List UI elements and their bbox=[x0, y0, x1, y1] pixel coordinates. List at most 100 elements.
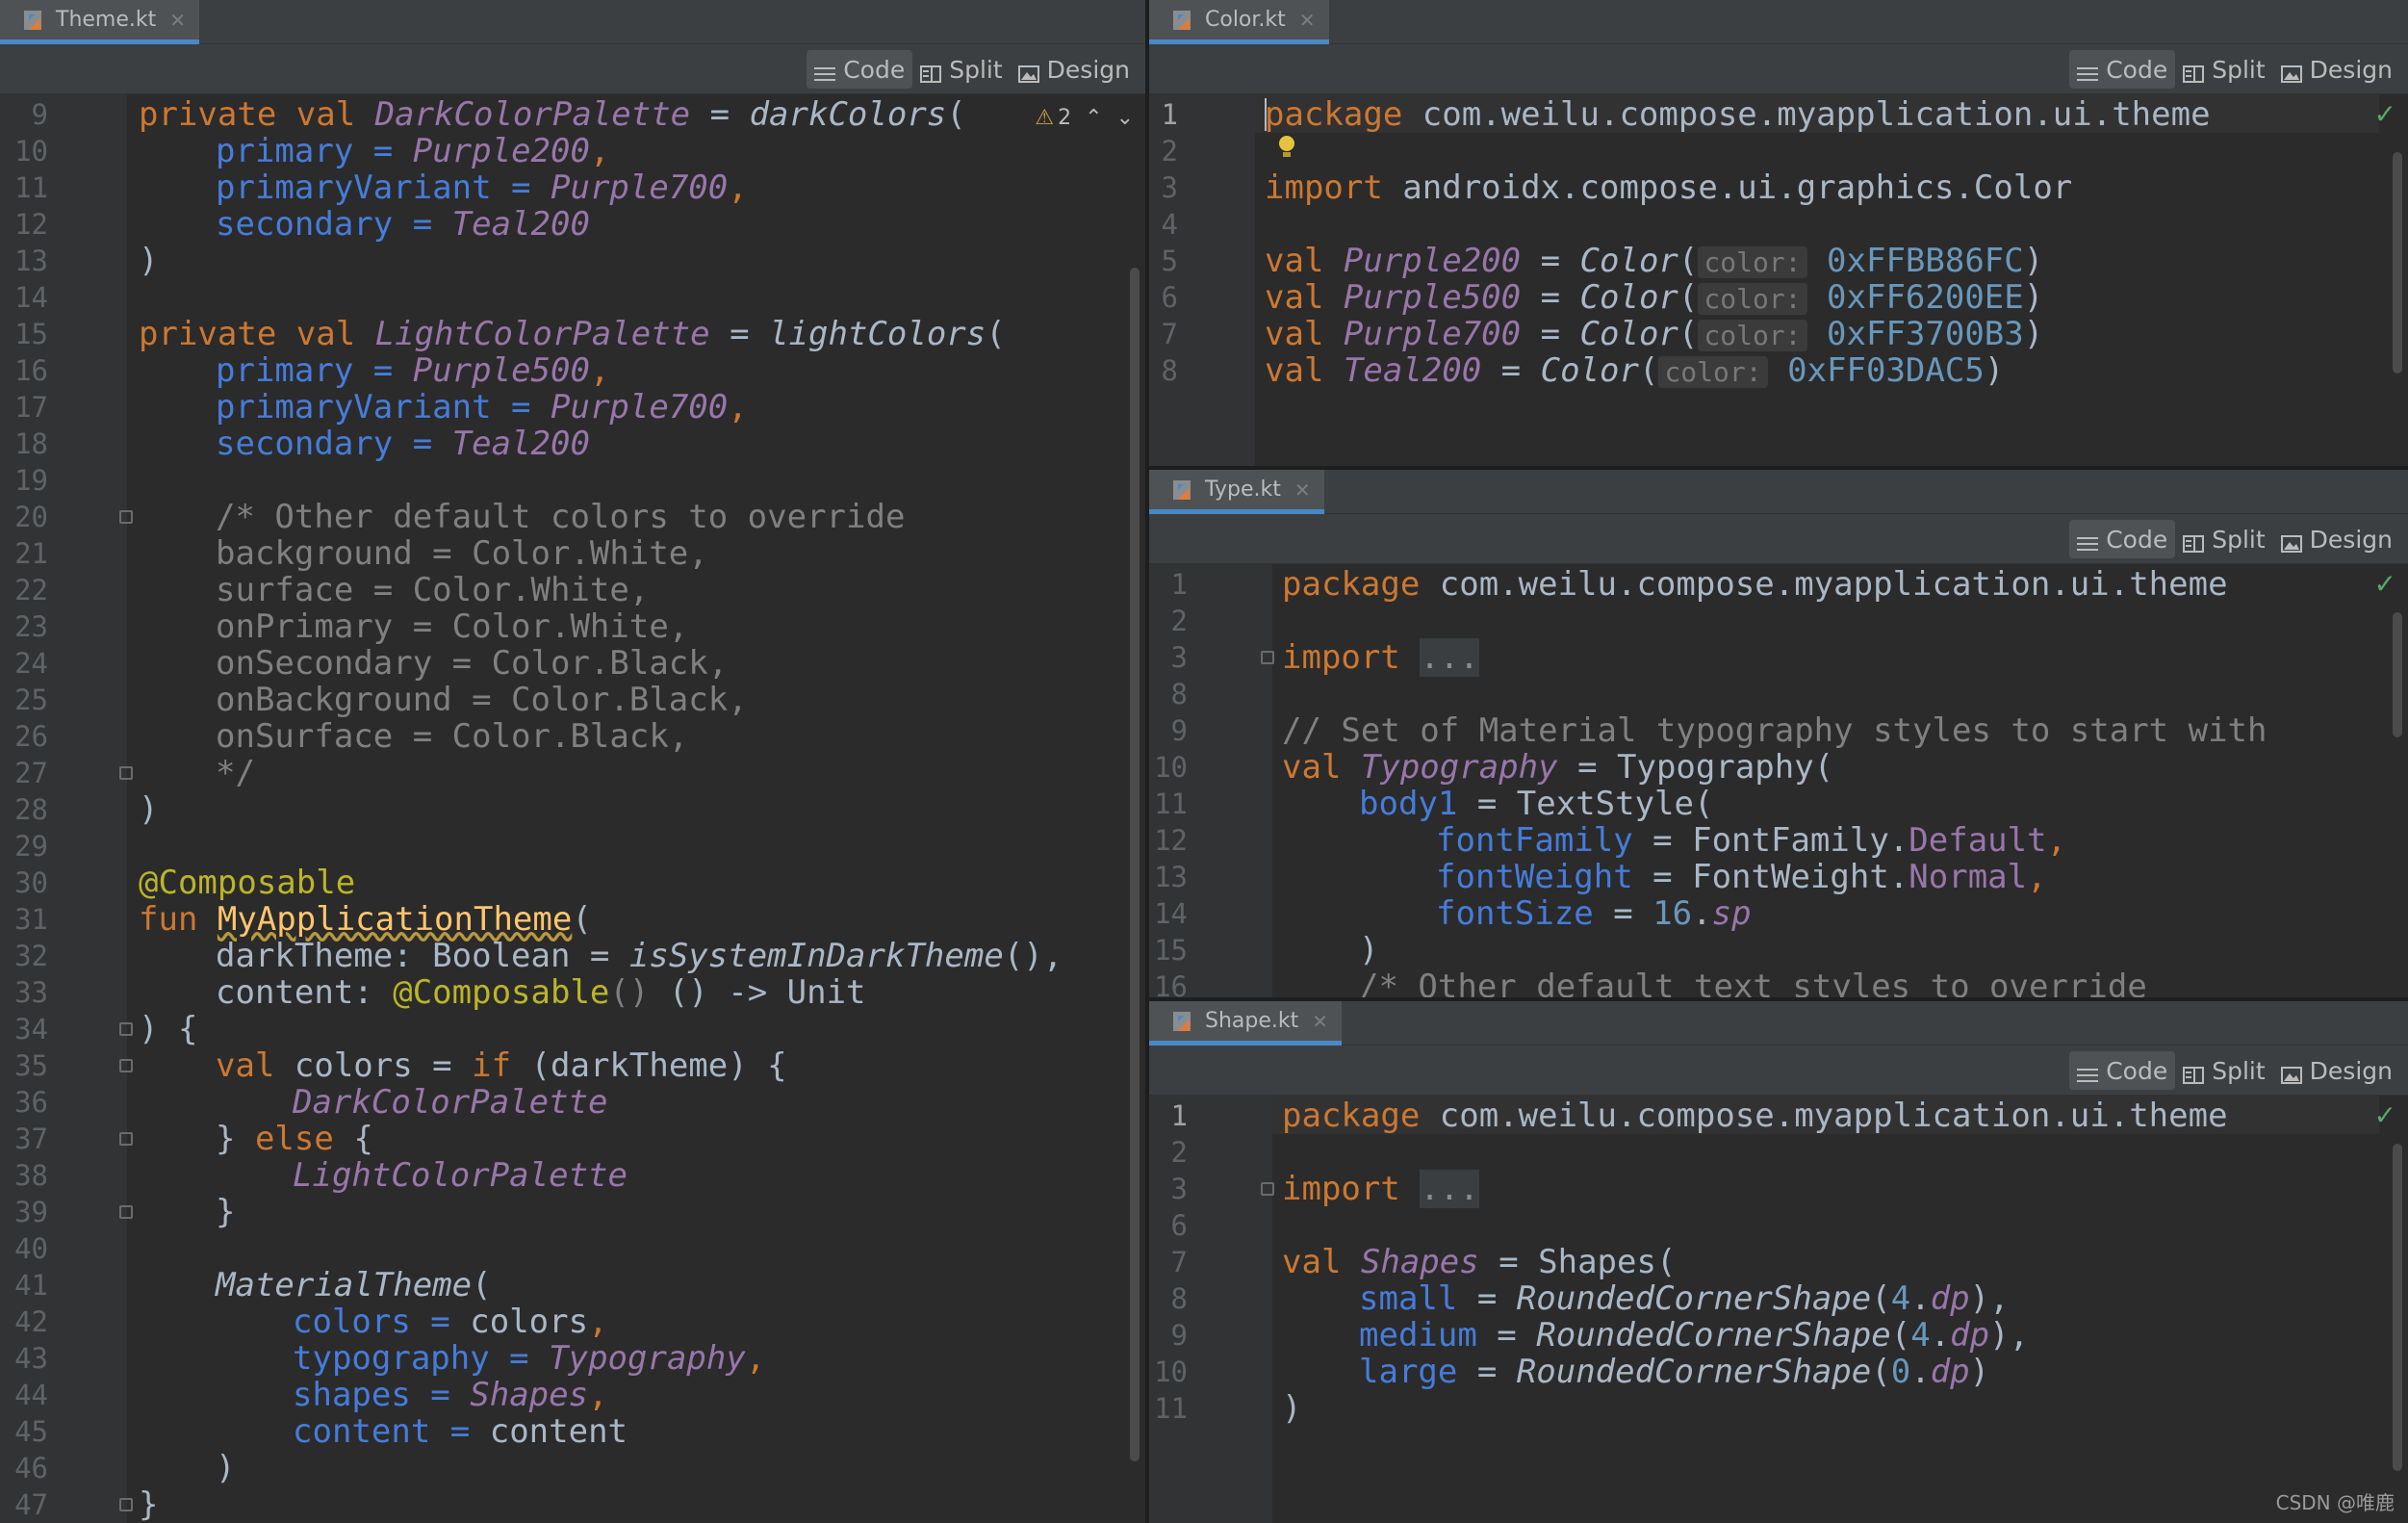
code-line: colors = colors, bbox=[293, 1304, 608, 1340]
collapsed-imports[interactable]: ... bbox=[1420, 1170, 1479, 1208]
token: 0xFF3700B3 bbox=[1827, 315, 2024, 353]
fold-icon[interactable] bbox=[1261, 651, 1274, 664]
vertical-scrollbar[interactable] bbox=[2393, 612, 2402, 737]
collapsed-imports[interactable]: ... bbox=[1420, 638, 1479, 677]
inspection-widget[interactable]: ⚠ 2 ⌃ ⌄ bbox=[1035, 106, 1134, 130]
code-editor[interactable]: 1 2 3 6 7 8 9 10 11 ✓ package com.weilu.… bbox=[1149, 1096, 2408, 1523]
design-mode-button[interactable]: Design bbox=[2273, 50, 2400, 89]
code-line: private val LightColorPalette = lightCol… bbox=[139, 316, 1006, 352]
token: fontFamily bbox=[1436, 821, 1633, 860]
token: Teal200 bbox=[451, 205, 590, 244]
token: primaryVariant bbox=[216, 388, 492, 426]
fold-icon[interactable] bbox=[1261, 1182, 1274, 1196]
chevron-down-icon[interactable]: ⌄ bbox=[1116, 106, 1134, 130]
chevron-up-icon[interactable]: ⌃ bbox=[1085, 106, 1102, 130]
code-line: val Purple500 = Color(color: 0xFF6200EE) bbox=[1265, 279, 2043, 318]
code-line: package com.weilu.compose.myapplication.… bbox=[1265, 96, 2211, 133]
code-line: secondary = Teal200 bbox=[216, 206, 590, 243]
fold-icon[interactable] bbox=[119, 1132, 133, 1146]
code-line: onSecondary = Color.Black, bbox=[216, 645, 728, 682]
token: /* Other default colors to override bbox=[216, 498, 906, 536]
code-editor[interactable]: 9 10 11 12 13 14 15 16 17 18 19 20 21 22… bbox=[0, 94, 1145, 1523]
line-number: 22 bbox=[14, 574, 48, 607]
code-mode-button[interactable]: Code bbox=[807, 50, 913, 89]
code-editor[interactable]: 1 2 3 4 5 6 7 8 ✓ package com.weilu.comp… bbox=[1149, 94, 2408, 466]
token: = Typography( bbox=[1557, 748, 1834, 787]
token: = bbox=[393, 425, 452, 463]
close-icon[interactable]: ✕ bbox=[1299, 9, 1316, 32]
token: Purple500 bbox=[1343, 278, 1522, 317]
design-mode-label: Design bbox=[2309, 55, 2393, 84]
code-line: val Shapes = Shapes( bbox=[1282, 1244, 1676, 1280]
token: , bbox=[2046, 821, 2067, 860]
code-mode-button[interactable]: Code bbox=[2069, 1051, 2176, 1090]
line-number: 8 bbox=[1170, 1282, 1188, 1315]
fold-icon[interactable] bbox=[119, 766, 133, 780]
fold-icon[interactable] bbox=[119, 1498, 133, 1511]
line-number: 3 bbox=[1170, 641, 1188, 674]
token: val bbox=[1265, 351, 1344, 390]
line-number: 28 bbox=[14, 793, 48, 826]
code-mode-button[interactable]: Code bbox=[2069, 520, 2176, 558]
tab-type-kt[interactable]: Type.kt ✕ bbox=[1149, 470, 1324, 514]
code-editor[interactable]: 1 2 3 8 9 10 11 12 13 14 15 16 ✓ package… bbox=[1149, 564, 2408, 997]
line-number: 6 bbox=[1161, 281, 1178, 314]
code-line: medium = RoundedCornerShape(4.dp), bbox=[1359, 1317, 2029, 1354]
token: package bbox=[1282, 1097, 1421, 1135]
token: typography bbox=[293, 1339, 490, 1378]
design-mode-button[interactable]: Design bbox=[1011, 50, 1138, 89]
vertical-scrollbar[interactable] bbox=[2393, 1144, 2402, 1471]
line-number: 44 bbox=[14, 1379, 48, 1411]
code-line: ) bbox=[139, 791, 158, 828]
code-line: val colors = if (darkTheme) { bbox=[216, 1047, 787, 1084]
editor-pane-type: Type.kt ✕ Code Split Design 1 2 3 8 9 10 bbox=[1149, 470, 2408, 997]
design-mode-button[interactable]: Design bbox=[2273, 520, 2400, 558]
tab-color-kt[interactable]: Color.kt ✕ bbox=[1149, 0, 1329, 44]
line-number: 16 bbox=[14, 354, 48, 387]
token: val bbox=[1265, 315, 1344, 353]
token: = bbox=[1521, 315, 1580, 353]
code-line: ) { bbox=[139, 1011, 197, 1047]
fold-icon[interactable] bbox=[119, 1059, 133, 1072]
fold-icon[interactable] bbox=[119, 1022, 133, 1036]
close-icon[interactable]: ✕ bbox=[1294, 478, 1311, 502]
token: } bbox=[139, 1485, 159, 1523]
code-mode-button[interactable]: Code bbox=[2069, 50, 2176, 89]
line-number: 16 bbox=[1154, 970, 1188, 997]
line-number: 10 bbox=[14, 135, 48, 168]
code-line: surface = Color.White, bbox=[216, 572, 649, 608]
token: ( bbox=[572, 900, 592, 939]
split-mode-button[interactable]: Split bbox=[2175, 520, 2272, 558]
code-mode-icon bbox=[2077, 1062, 2099, 1082]
token: , bbox=[728, 388, 748, 426]
lightbulb-icon[interactable] bbox=[1278, 135, 1295, 160]
tab-shape-kt[interactable]: Shape.kt ✕ bbox=[1149, 1001, 1343, 1045]
close-icon[interactable]: ✕ bbox=[1312, 1010, 1328, 1033]
design-mode-label: Design bbox=[2309, 525, 2393, 554]
split-mode-button[interactable]: Split bbox=[2175, 1051, 2272, 1090]
line-number: 46 bbox=[14, 1452, 48, 1484]
split-mode-button[interactable]: Split bbox=[2175, 50, 2272, 89]
vertical-scrollbar[interactable] bbox=[1130, 268, 1140, 1461]
line-number: 14 bbox=[1154, 897, 1188, 930]
token: val bbox=[1265, 242, 1344, 280]
design-mode-button[interactable]: Design bbox=[2273, 1051, 2400, 1090]
warning-count: 2 bbox=[1058, 106, 1072, 130]
split-mode-button[interactable]: Split bbox=[912, 50, 1010, 89]
tab-theme-kt[interactable]: Theme.kt ✕ bbox=[0, 0, 200, 44]
token: = FontWeight. bbox=[1632, 858, 1909, 896]
fold-icon[interactable] bbox=[119, 1205, 133, 1219]
code-line: onPrimary = Color.White, bbox=[216, 608, 688, 645]
close-icon[interactable]: ✕ bbox=[169, 9, 186, 32]
vertical-scrollbar[interactable] bbox=[2393, 152, 2402, 374]
kotlin-file-icon bbox=[1170, 478, 1195, 503]
line-number: 7 bbox=[1170, 1246, 1188, 1278]
line-number: 21 bbox=[14, 537, 48, 570]
parameter-hint: color: bbox=[1658, 356, 1768, 388]
design-mode-icon bbox=[2280, 1062, 2302, 1084]
token: = bbox=[491, 388, 551, 426]
code-line: ) bbox=[1359, 932, 1378, 968]
fold-icon[interactable] bbox=[119, 510, 133, 524]
token: 4 bbox=[1890, 1279, 1911, 1318]
